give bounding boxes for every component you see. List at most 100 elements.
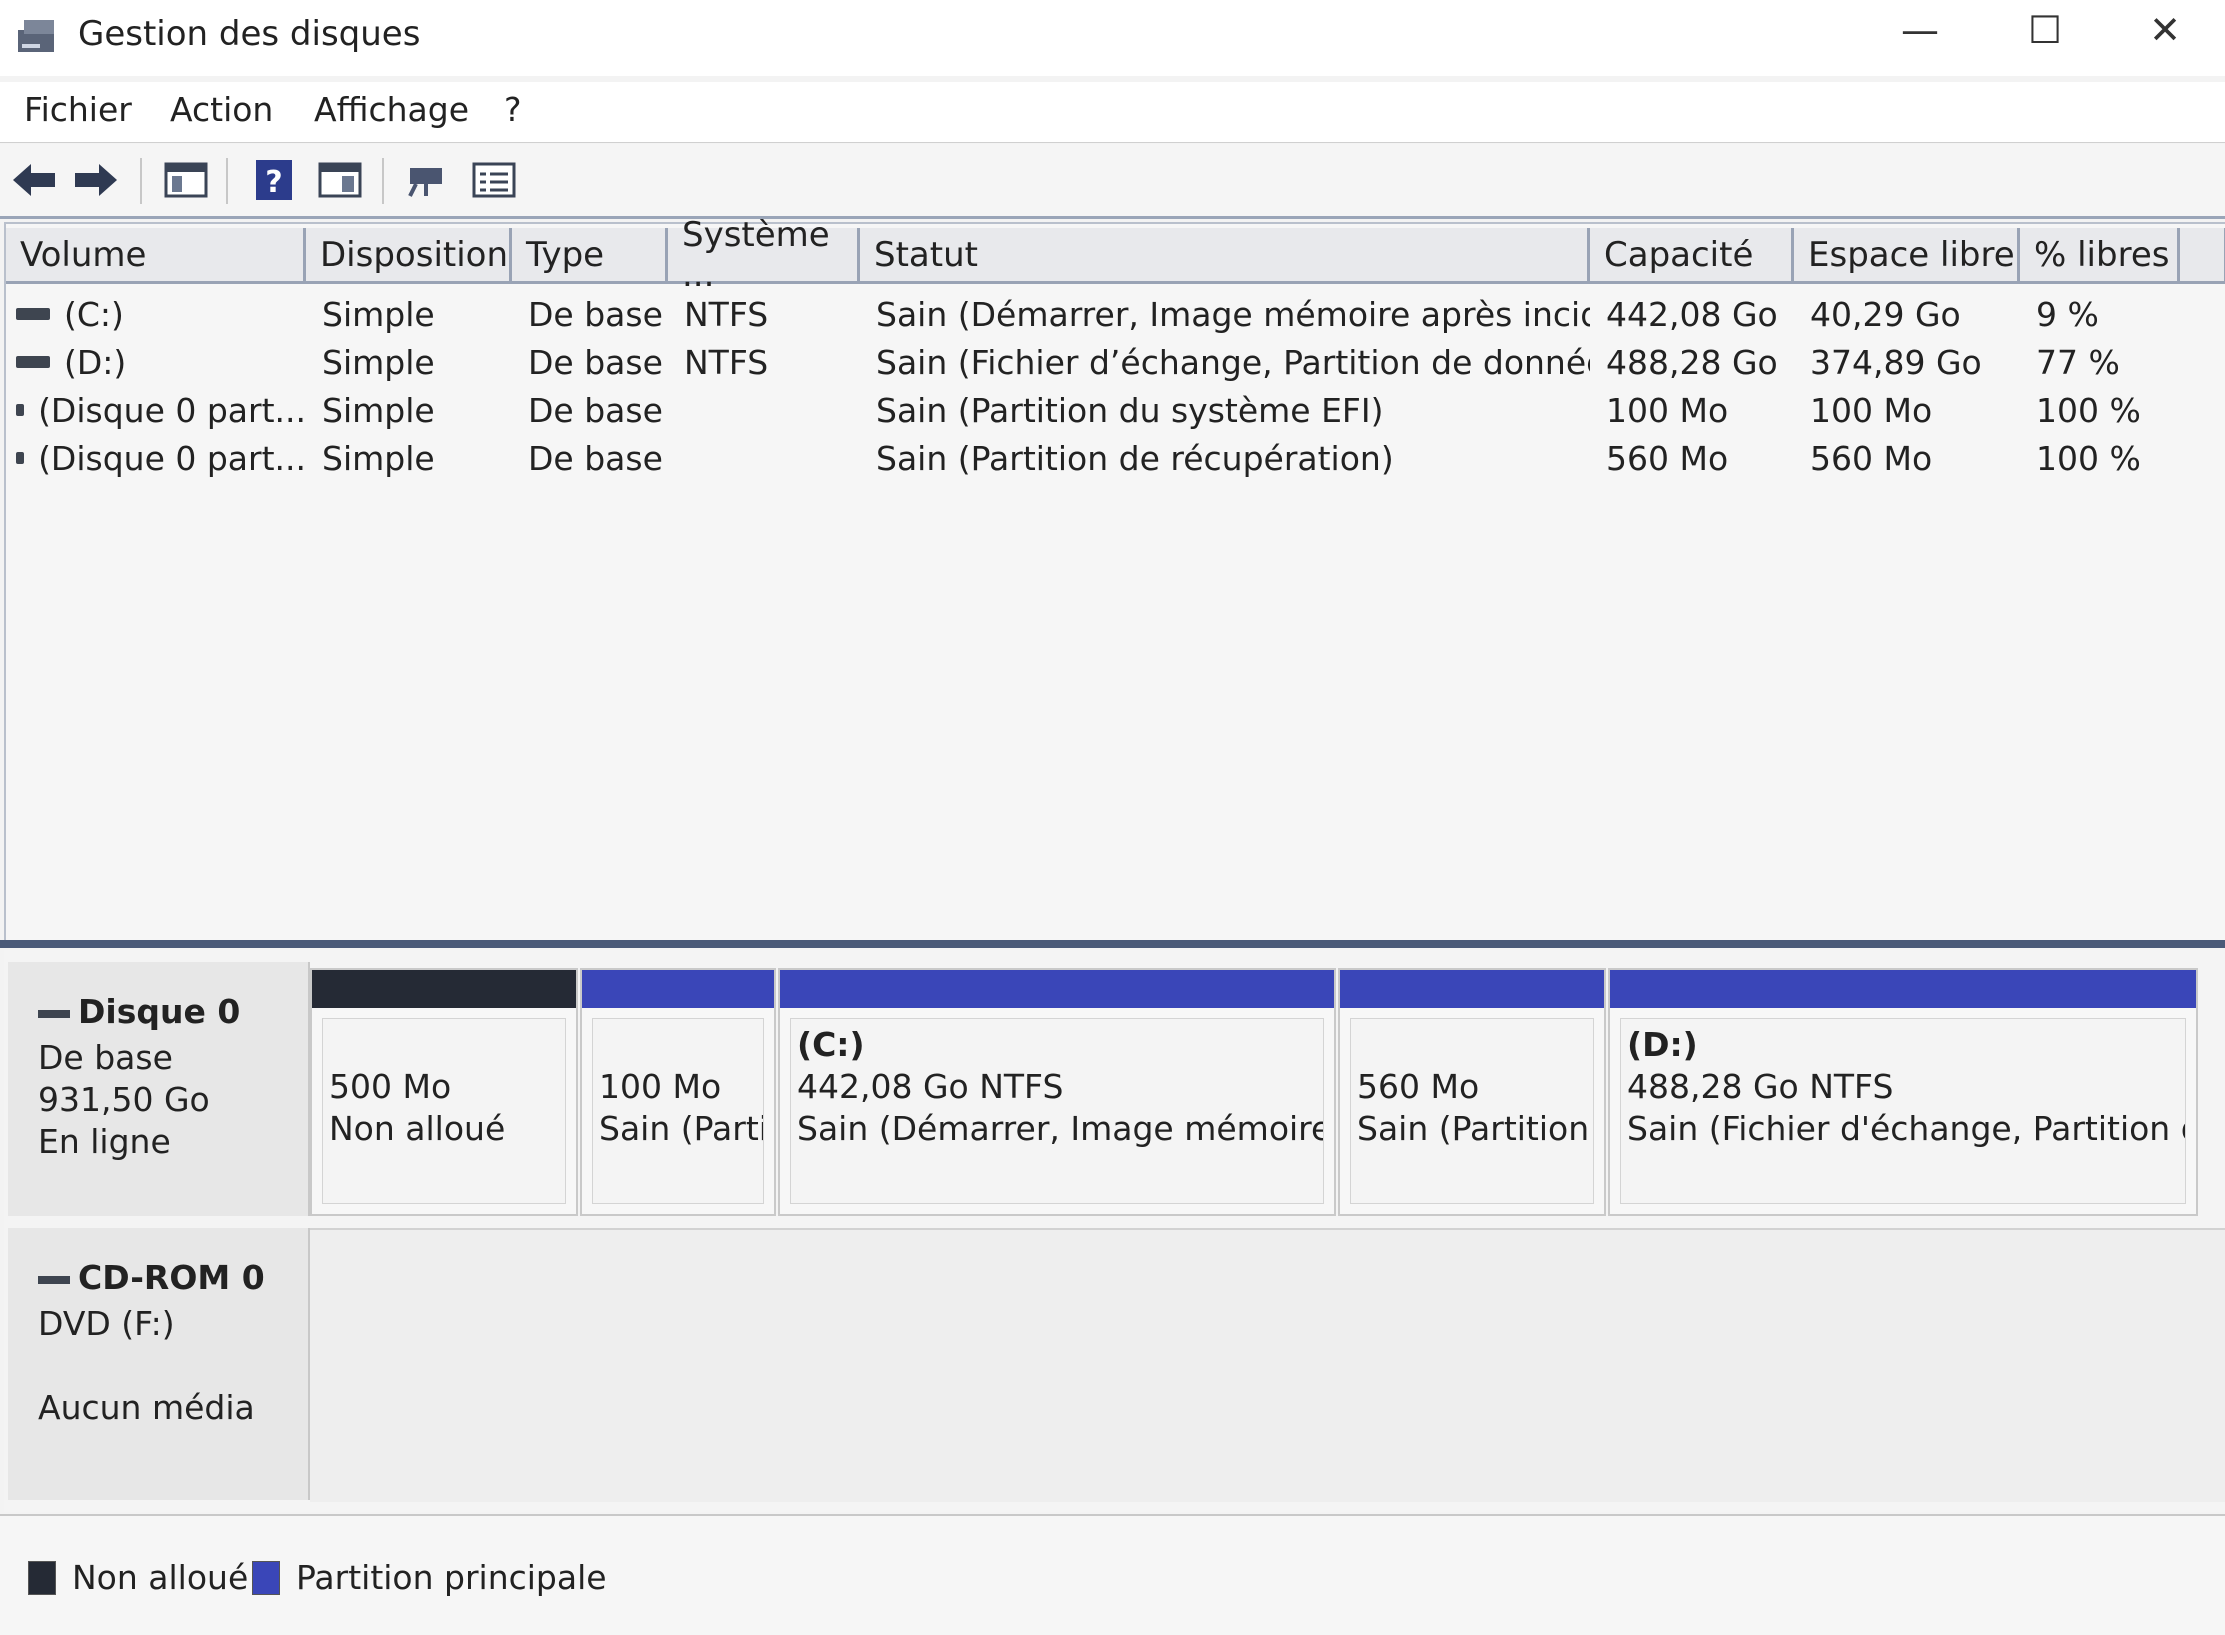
disk-connect-icon[interactable] [404,156,452,204]
svg-text:?: ? [265,165,282,200]
drive-icon [16,308,50,320]
partition-size: 560 Mo [1357,1067,1480,1106]
drive-icon [16,356,50,368]
menu-help[interactable]: ? [504,90,522,129]
console-tree-icon[interactable] [162,156,210,204]
disk-graphical-view: Disque 0 De base 931,50 Go En ligne 500 … [4,950,2225,1512]
cell-status: Sain (Partition du système EFI) [876,390,1384,430]
column-header-volume[interactable]: Volume [6,228,306,284]
properties-icon[interactable] [316,156,364,204]
column-header-free-space[interactable]: Espace libre [1794,228,2020,284]
cell-free-space: 40,29 Go [1810,294,1961,334]
toolbar: ? [0,144,2225,219]
maximize-button[interactable]: ☐ [1985,0,2105,60]
partition-c[interactable]: (C:) 442,08 Go NTFS Sain (Démarrer, Imag… [778,968,1336,1216]
column-header-filler [2180,228,2225,284]
cell-percent-free: 9 % [2036,294,2099,334]
cell-disposition: Simple [322,342,435,382]
partition-unallocated[interactable]: 500 Mo Non alloué [310,968,578,1216]
cell-disposition: Simple [322,390,435,430]
cell-volume: (D:) [16,338,306,386]
cell-volume: (Disque 0 part... [16,386,306,434]
legend-unallocated: Non alloué [28,1558,248,1597]
column-header-filesystem[interactable]: Système ... [668,215,860,295]
partition-status: Sain (Partition ( [1357,1109,1594,1148]
cell-capacity: 442,08 Go [1606,294,1778,334]
legend-swatch-unallocated [28,1560,56,1595]
column-header-capacity[interactable]: Capacité [1590,228,1794,284]
partition-body: (D:) 488,28 Go NTFS Sain (Fichier d'écha… [1620,1018,2186,1204]
drive-icon [16,404,25,416]
partition-color-bar [780,970,1334,1008]
cell-filesystem: NTFS [684,342,769,382]
disk-0-info[interactable]: Disque 0 De base 931,50 Go En ligne [8,962,310,1216]
cell-type: De base [528,294,663,334]
window-title: Gestion des disques [78,14,421,54]
column-header-disposition[interactable]: Disposition [306,228,512,284]
partition-size: 488,28 Go NTFS [1627,1067,1894,1106]
legend-label-primary: Partition principale [296,1558,607,1597]
table-row[interactable]: (Disque 0 part... Simple De base Sain (P… [6,434,2225,482]
help-icon[interactable]: ? [250,156,298,204]
back-arrow-icon[interactable] [10,156,58,204]
partition-recovery[interactable]: 560 Mo Sain (Partition ( [1338,968,1606,1216]
cell-capacity: 100 Mo [1606,390,1729,430]
disk-0-type: De base [38,1038,173,1077]
partition-color-bar [582,970,774,1008]
table-row[interactable]: (Disque 0 part... Simple De base Sain (P… [6,386,2225,434]
partition-status: Sain (Parti [599,1109,764,1148]
close-button[interactable]: ✕ [2105,0,2225,60]
disk-0-size: 931,50 Go [38,1080,210,1119]
list-settings-icon[interactable] [470,156,518,204]
column-header-percent-free[interactable]: % libres [2020,228,2180,284]
partition-body: 500 Mo Non alloué [322,1018,566,1204]
disk-0-name: Disque 0 [78,992,241,1031]
partition-body: (C:) 442,08 Go NTFS Sain (Démarrer, Imag… [790,1018,1324,1204]
cdrom-0-drive: DVD (F:) [38,1304,175,1343]
cell-status: Sain (Démarrer, Image mémoire après inci… [876,294,1590,334]
column-header-type[interactable]: Type [512,228,668,284]
partition-body: 560 Mo Sain (Partition ( [1350,1018,1594,1204]
partition-color-bar [1340,970,1604,1008]
legend-primary: Partition principale [252,1558,607,1597]
cdrom-0-name: CD-ROM 0 [78,1258,265,1297]
partition-color-bar [312,970,576,1008]
volume-name: (C:) [64,294,124,334]
cdrom-0-media: Aucun média [38,1388,255,1427]
cell-free-space: 560 Mo [1810,438,1933,478]
forward-arrow-icon[interactable] [72,156,120,204]
cell-type: De base [528,390,663,430]
cdrom-0-info[interactable]: CD-ROM 0 DVD (F:) Aucun média [8,1228,310,1500]
menu-fichier[interactable]: Fichier [24,90,132,129]
partition-status: Non alloué [329,1109,506,1148]
minimize-button[interactable]: — [1860,0,1980,60]
pane-splitter[interactable] [0,940,2225,948]
volume-name: (D:) [64,342,127,382]
disk-0-title: Disque 0 [38,992,240,1031]
menu-action[interactable]: Action [170,90,273,129]
cell-free-space: 374,89 Go [1810,342,1982,382]
table-row[interactable]: (D:) Simple De base NTFS Sain (Fichier d… [6,338,2225,386]
volume-name: (Disque 0 part... [38,390,306,430]
cell-free-space: 100 Mo [1810,390,1933,430]
cell-type: De base [528,438,663,478]
disk-management-window: Gestion des disques — ☐ ✕ Fichier Action… [0,0,2225,1635]
legend-bar: Non alloué Partition principale [0,1514,2225,1635]
partition-efi[interactable]: 100 Mo Sain (Parti [580,968,776,1216]
drive-icon [16,452,25,464]
partition-d[interactable]: (D:) 488,28 Go NTFS Sain (Fichier d'écha… [1608,968,2198,1216]
cell-filesystem [684,434,860,482]
cell-status: Sain (Fichier d’échange, Partition de do… [876,342,1590,382]
cell-disposition: Simple [322,294,435,334]
menu-affichage[interactable]: Affichage [314,90,469,129]
partition-size: 442,08 Go NTFS [797,1067,1064,1106]
cdrom-0-media-area[interactable] [310,1228,2225,1502]
column-header-status[interactable]: Statut [860,228,1590,284]
disk-0-state: En ligne [38,1122,171,1161]
partition-status: Sain (Fichier d'échange, Partition de [1627,1109,2186,1148]
volume-name: (Disque 0 part... [38,438,306,478]
table-row[interactable]: (C:) Simple De base NTFS Sain (Démarrer,… [6,290,2225,338]
cell-filesystem [684,386,860,434]
cell-disposition: Simple [322,438,435,478]
cell-capacity: 488,28 Go [1606,342,1778,382]
